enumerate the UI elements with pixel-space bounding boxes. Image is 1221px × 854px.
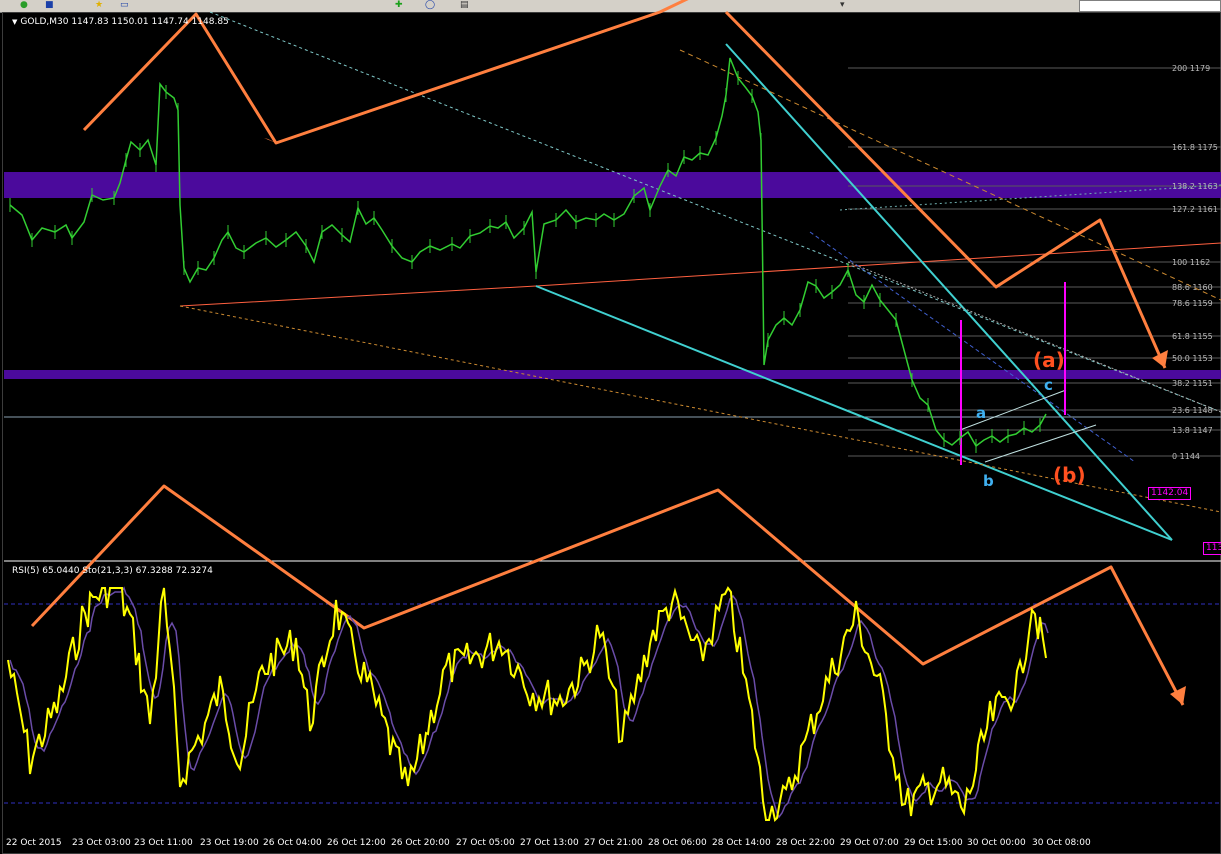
time-label: 28 Oct 14:00 xyxy=(712,838,771,848)
time-label: 29 Oct 15:00 xyxy=(904,838,963,848)
time-label: 29 Oct 07:00 xyxy=(840,838,899,848)
wave-label-a: a xyxy=(976,404,986,422)
fib-level-label: 78.6 1159 xyxy=(1172,299,1213,308)
time-label: 26 Oct 12:00 xyxy=(327,838,386,848)
blue-dashed-line xyxy=(809,231,1136,463)
time-label: 23 Oct 19:00 xyxy=(200,838,259,848)
time-label: 27 Oct 05:00 xyxy=(456,838,515,848)
fib-level-label: 88.6 1160 xyxy=(1172,283,1213,292)
fib-level-label: 127.2 1161 xyxy=(1172,205,1218,214)
fib-level-label: 50.0 1153 xyxy=(1172,354,1213,363)
arrowhead xyxy=(1152,350,1168,368)
wave-label-b-big: (b) xyxy=(1053,463,1086,487)
fib-level-label: 0 1144 xyxy=(1172,452,1200,461)
time-label: 26 Oct 20:00 xyxy=(391,838,450,848)
fib-level-label: 161.8 1175 xyxy=(1172,143,1218,152)
price-tag-1142: 1142.04 xyxy=(1148,487,1192,500)
rsi-line xyxy=(7,586,1047,823)
dotted-channel-line xyxy=(209,11,1221,413)
time-label: 30 Oct 00:00 xyxy=(967,838,1026,848)
fib-level-label: 61.8 1155 xyxy=(1172,332,1213,341)
fib-level-label: 13.8 1147 xyxy=(1172,426,1213,435)
indicator-info: RSI(5) 65.0440 Sto(21,3,3) 67.3288 72.32… xyxy=(12,566,213,576)
arrowhead xyxy=(1170,686,1186,705)
time-axis: 22 Oct 2015 23 Oct 03:00 23 Oct 11:00 23… xyxy=(0,838,1221,854)
wave-label-c: c xyxy=(1044,376,1053,394)
resistance-zone xyxy=(4,172,1221,198)
fib-level-label: 100 1162 xyxy=(1172,258,1210,267)
wave-label-a-big: (a) xyxy=(1033,348,1065,372)
symbol-info: ▼ GOLD,M30 1147.83 1150.01 1147.74 1148.8… xyxy=(12,17,229,27)
fib-level-label: 200 1179 xyxy=(1172,64,1210,73)
time-label: 22 Oct 2015 xyxy=(6,838,62,848)
channel-lower-line xyxy=(535,285,1173,541)
wave-label-b: b xyxy=(983,472,994,490)
time-label: 27 Oct 13:00 xyxy=(520,838,579,848)
time-label: 28 Oct 06:00 xyxy=(648,838,707,848)
time-label: 28 Oct 22:00 xyxy=(776,838,835,848)
chart-canvas: 200 1179161.8 1175138.2 1163127.2 116110… xyxy=(4,0,1221,823)
dotted-wedge-line xyxy=(847,261,1221,413)
channel-upper-line xyxy=(725,43,1173,541)
time-label: 30 Oct 08:00 xyxy=(1032,838,1091,848)
time-label: 23 Oct 11:00 xyxy=(134,838,193,848)
fib-level-label: 38.2 1151 xyxy=(1172,379,1213,388)
price-tag-113: 113 xyxy=(1203,542,1221,555)
price-series xyxy=(9,57,1047,448)
time-label: 23 Oct 03:00 xyxy=(72,838,131,848)
fib-level-label: 23.6 1148 xyxy=(1172,406,1213,415)
time-label: 27 Oct 21:00 xyxy=(584,838,643,848)
time-label: 26 Oct 04:00 xyxy=(263,838,322,848)
